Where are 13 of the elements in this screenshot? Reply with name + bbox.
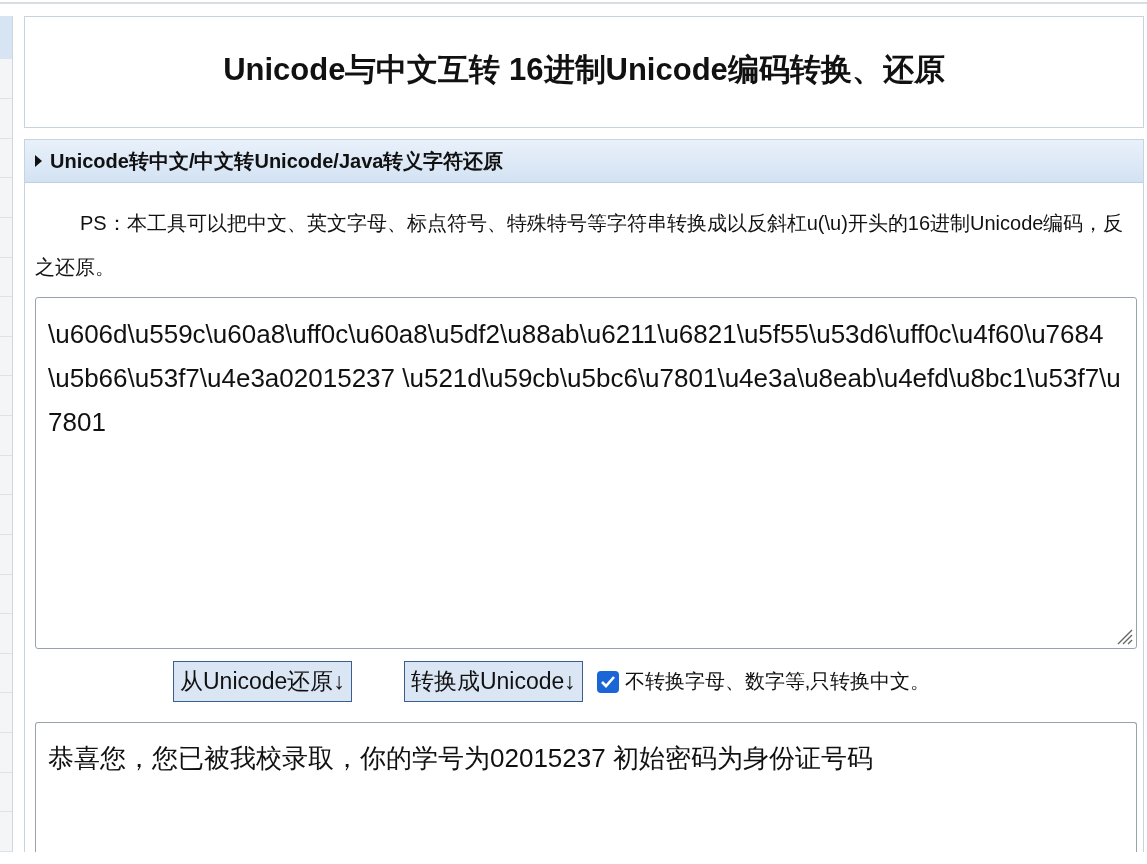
output-field[interactable]: 恭喜您，您已被我校录取，你的学号为02015237 初始密码为身份证号码	[35, 722, 1137, 852]
section-title: Unicode转中文/中文转Unicode/Java转义字符还原	[50, 148, 504, 174]
checkbox[interactable]	[596, 670, 619, 693]
convert-button[interactable]: 从Unicode还原↓	[173, 661, 352, 702]
checkmark-icon	[599, 674, 616, 689]
convert-button[interactable]: 转换成Unicode↓	[403, 661, 583, 702]
page-title: Unicode与中文互转 16进制Unicode编码转换、还原	[223, 51, 945, 89]
input-field[interactable]: \u606d\u559c\u60a8\uff0c\u60a8\u5df2\u88ab\u6211\u6821\u5f55\u53d6\uff0c\u4f60\u7684\u5b66\u53f7\u4e3a02015237 \u521d\u59cb\u5bc6\u7801\u4e3a\u8eab\u4efd\u8bc1\u53f7\u7801	[35, 297, 1137, 649]
section-header[interactable]: Unicode转中文/中文转Unicode/Java转义字符还原	[25, 140, 1143, 183]
input-text: \u606d\u559c\u60a8\uff0c\u60a8\u5df2\u88ab\u6211\u6821\u5f55\u53d6\uff0c\u4f60\u7684\u5b66\u53f7\u4e3a02015237 \u521d\u59cb\u5bc6\u7801\u4e3a\u8eab\u4efd\u8bc1\u53f7\u7801	[48, 319, 1121, 437]
checkbox-label: 不转换字母、数字等,只转换中文。	[624, 669, 931, 694]
description: PS：本工具可以把中文、英文字母、标点符号、特殊特号等字符串转换成以反斜杠u(\u)开头的16进制Unicode编码，反之还原。	[35, 211, 1125, 280]
output-text: 恭喜您，您已被我校录取，你的学号为02015237 初始密码为身份证号码	[48, 743, 873, 773]
